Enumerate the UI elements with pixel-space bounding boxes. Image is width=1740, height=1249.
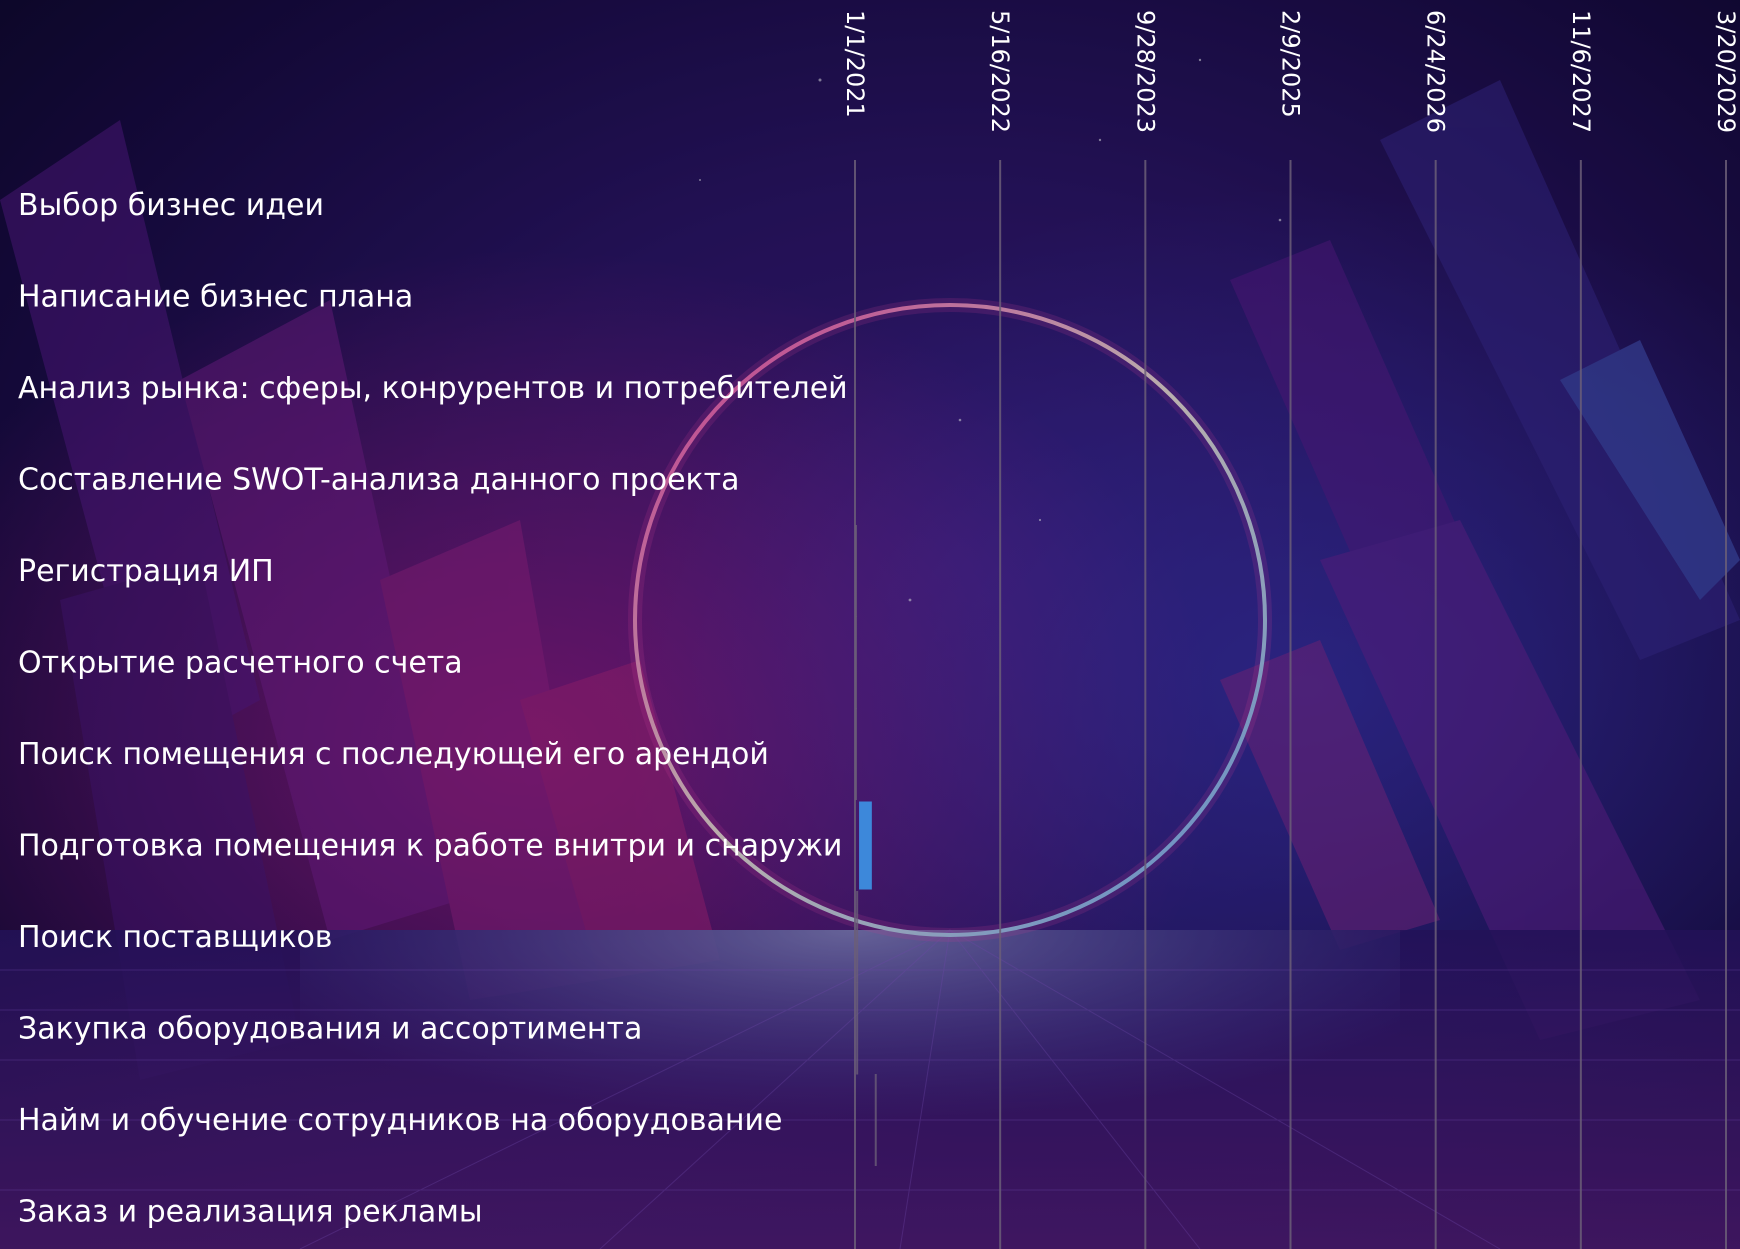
task-label-0: Выбор бизнес идеи: [18, 188, 324, 223]
task-label-3: Составление SWOT-анализа данного проекта: [18, 463, 740, 498]
tick-label-1: 5/16/2022: [986, 10, 1014, 133]
task-label-5: Открытие расчетного счета: [18, 646, 463, 681]
task-labels: Выбор бизнес идеи Написание бизнес плана А…: [18, 188, 848, 1230]
tick-label-3: 2/9/2025: [1277, 10, 1305, 118]
task-bar-7: [859, 801, 872, 890]
task-label-4: Регистрация ИП: [18, 554, 274, 589]
task-label-8: Поиск поставщиков: [18, 920, 332, 955]
tick-label-0: 1/1/2021: [841, 10, 869, 118]
task-label-9: Закупка оборудования и ассортимента: [18, 1012, 642, 1047]
task-label-11: Заказ и реализация рекламы: [18, 1195, 483, 1230]
task-bar-5: [855, 616, 857, 709]
task-label-7: Подготовка помещения к работе внитри и с…: [18, 829, 842, 864]
task-bar-6: [855, 708, 857, 800]
task-label-6: Поиск помещения с последующей его арендо…: [18, 737, 769, 772]
tick-label-4: 6/24/2026: [1422, 10, 1450, 133]
task-bar-8: [856, 891, 859, 983]
date-axis-tick-labels: 1/1/2021 5/16/2022 9/28/2023 2/9/2025 6/24/2…: [841, 10, 1740, 133]
task-label-2: Анализ рынка: сферы, конрурентов и потре…: [18, 371, 848, 406]
gridlines: [854, 160, 1727, 1249]
task-bars: [855, 525, 877, 1166]
tick-label-6: 3/20/2029: [1712, 10, 1740, 133]
task-label-1: Написание бизнес плана: [18, 280, 413, 315]
tick-label-5: 11/6/2027: [1567, 10, 1595, 133]
gantt-chart: 1/1/2021 5/16/2022 9/28/2023 2/9/2025 6/24/2…: [18, 10, 1740, 1249]
task-bar-9: [856, 982, 859, 1075]
task-bar-4: [855, 525, 857, 617]
tick-label-2: 9/28/2023: [1131, 10, 1159, 133]
task-label-10: Найм и обучение сотрудников на оборудова…: [18, 1103, 782, 1138]
task-bar-10: [874, 1074, 877, 1166]
